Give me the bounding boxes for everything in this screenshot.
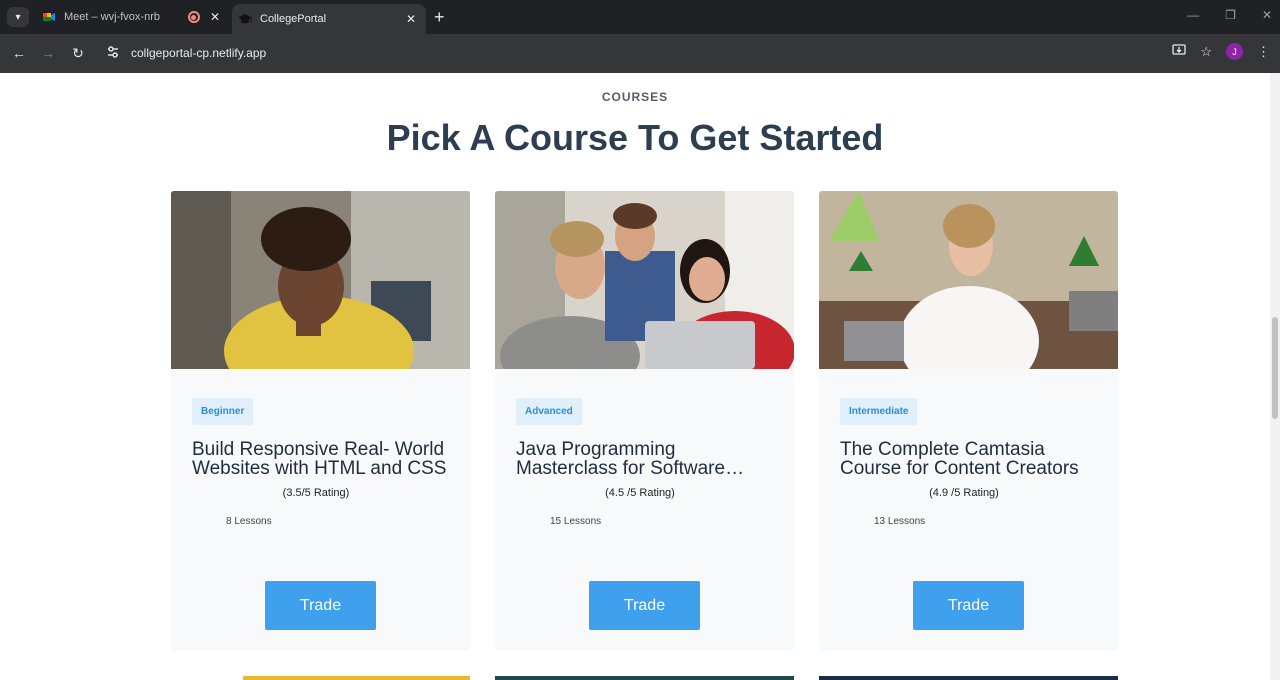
- browser-tab-bar: ▾ Meet – wvj-fvox-nrb ✕ CollegePortal ✕ …: [0, 0, 1280, 34]
- avatar[interactable]: J: [1226, 43, 1243, 60]
- tab-title: CollegePortal: [260, 13, 327, 25]
- forward-arrow-icon[interactable]: →: [38, 43, 58, 63]
- course-card: Beginner Build Responsive Real- World We…: [171, 191, 470, 651]
- course-title: The Complete Camtasia Course for Content…: [840, 439, 1079, 479]
- course-card: Intermediate The Complete Camtasia Cours…: [819, 191, 1118, 651]
- reload-icon[interactable]: ↻: [68, 43, 88, 63]
- graduation-cap-icon: [238, 12, 252, 26]
- tab-collegeportal[interactable]: CollegePortal ✕: [232, 4, 426, 34]
- course-rating: (4.9 /5 Rating): [929, 487, 999, 499]
- window-controls: — ❐ ✕: [1187, 8, 1272, 22]
- more-menu-icon[interactable]: ⋮: [1257, 44, 1270, 60]
- trade-button[interactable]: Trade: [913, 581, 1024, 630]
- course-title: Build Responsive Real- World Websites wi…: [192, 439, 447, 479]
- back-arrow-icon[interactable]: ←: [9, 43, 29, 63]
- scrollbar-thumb[interactable]: [1272, 317, 1278, 419]
- address-bar[interactable]: collgeportal-cp.netlify.app: [131, 46, 266, 60]
- lesson-count: 8 Lessons: [226, 516, 272, 527]
- course-level-badge: Intermediate: [840, 398, 918, 425]
- restore-icon[interactable]: ❐: [1225, 8, 1236, 22]
- google-meet-icon: [42, 10, 56, 24]
- course-image: [495, 191, 794, 369]
- trade-button[interactable]: Trade: [265, 581, 376, 630]
- page-scrollbar[interactable]: [1270, 73, 1280, 680]
- course-image: [819, 191, 1118, 369]
- course-rating: (3.5/5 Rating): [282, 487, 350, 499]
- new-tab-plus-icon[interactable]: +: [434, 7, 445, 27]
- course-card: Advanced Java Programming Masterclass fo…: [495, 191, 794, 651]
- minimize-icon[interactable]: —: [1187, 8, 1199, 22]
- lesson-count: 15 Lessons: [550, 516, 602, 527]
- trade-button[interactable]: Trade: [589, 581, 700, 630]
- browser-toolbar: ← → ↻ collgeportal-cp.netlify.app ☆ J ⋮: [0, 34, 1280, 73]
- page-title: Pick A Course To Get Started: [386, 117, 884, 158]
- course-image: [819, 676, 1118, 680]
- tab-meet[interactable]: Meet – wvj-fvox-nrb ✕: [36, 0, 230, 34]
- site-settings-icon[interactable]: [106, 45, 122, 61]
- close-tab-icon[interactable]: ✕: [210, 10, 220, 24]
- section-eyebrow: COURSES: [601, 90, 669, 104]
- recording-indicator-icon: [187, 11, 200, 23]
- lesson-count: 13 Lessons: [874, 516, 926, 527]
- install-app-icon[interactable]: [1172, 43, 1186, 60]
- page-viewport: COURSES Pick A Course To Get Started Beg…: [0, 73, 1270, 680]
- tab-search-chevron-icon[interactable]: ▾: [7, 7, 29, 27]
- course-image: [171, 191, 470, 369]
- tab-title: Meet – wvj-fvox-nrb: [64, 11, 160, 23]
- course-image: [243, 676, 470, 680]
- close-tab-icon[interactable]: ✕: [406, 12, 416, 26]
- course-level-badge: Beginner: [192, 398, 254, 425]
- course-image: [495, 676, 794, 680]
- close-window-icon[interactable]: ✕: [1262, 8, 1272, 22]
- bookmark-star-icon[interactable]: ☆: [1200, 44, 1212, 60]
- course-rating: (4.5 /5 Rating): [605, 487, 675, 499]
- course-title: Java Programming Masterclass for Softwar…: [516, 439, 745, 479]
- course-level-badge: Advanced: [516, 398, 582, 425]
